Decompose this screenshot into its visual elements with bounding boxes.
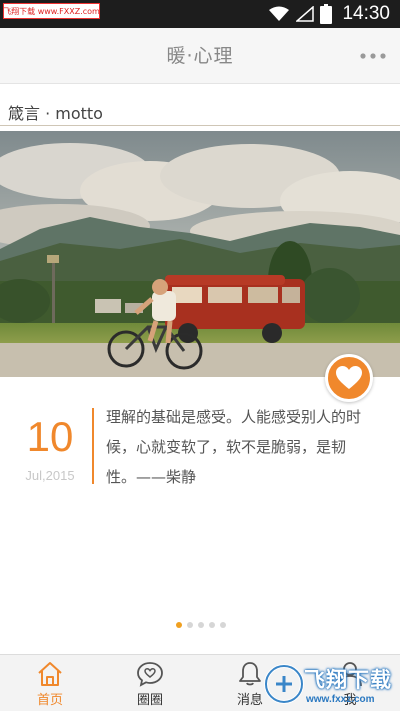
like-button[interactable] [325, 354, 373, 402]
pager-dot [198, 622, 204, 628]
watermark-logo-icon [264, 664, 304, 704]
date-day: 10 [26, 413, 74, 460]
pager-dot [220, 622, 226, 628]
nav-item-circles[interactable]: 圈圈 [110, 655, 190, 711]
battery-icon [320, 4, 333, 24]
cellular-signal-icon [296, 6, 315, 22]
more-button[interactable] [358, 46, 388, 66]
app-title: 暖·心理 [166, 45, 234, 67]
pager-dot [187, 622, 193, 628]
section-divider [0, 125, 400, 126]
home-icon [38, 662, 62, 686]
status-icons: 14:30 [268, 3, 390, 24]
nav-label-circles: 圈圈 [136, 693, 163, 708]
card-photo[interactable] [0, 131, 400, 377]
pager-dot [209, 622, 215, 628]
watermark-bottom-text: 飞翔下载 [304, 668, 392, 692]
more-dots-icon [360, 53, 386, 59]
app-bar: 暖·心理 [0, 28, 400, 84]
bell-icon [239, 662, 261, 686]
chat-heart-icon [137, 662, 163, 687]
nav-item-home[interactable]: 首页 [10, 655, 90, 711]
date-divider [92, 408, 94, 484]
section-label: 箴言 · motto [8, 104, 103, 123]
status-time: 14:30 [342, 3, 390, 24]
watermark-bottom-url: www.fxxz.com [306, 694, 375, 705]
wifi-icon [269, 6, 290, 21]
nav-label-home: 首页 [36, 693, 63, 708]
date-month-year: Jul,2015 [25, 468, 75, 483]
watermark-bottom: 飞翔下载 www.fxxz.com [262, 660, 396, 710]
watermark-top: 飞翔下载 www.FXXZ.com [3, 3, 100, 19]
photo-image [0, 131, 400, 377]
heart-icon [336, 366, 362, 389]
quote-text: 理解的基础是感受。人能感受别人的时候，心就变软了，软不是脆弱，是韧性。——柴静 [106, 408, 362, 486]
pager-dots [176, 622, 226, 628]
pager-dot [176, 622, 182, 628]
watermark-top-text: 飞翔下载 www.FXXZ.com [3, 6, 100, 16]
status-bar: 飞翔下载 www.FXXZ.com 14:30 [0, 0, 400, 28]
